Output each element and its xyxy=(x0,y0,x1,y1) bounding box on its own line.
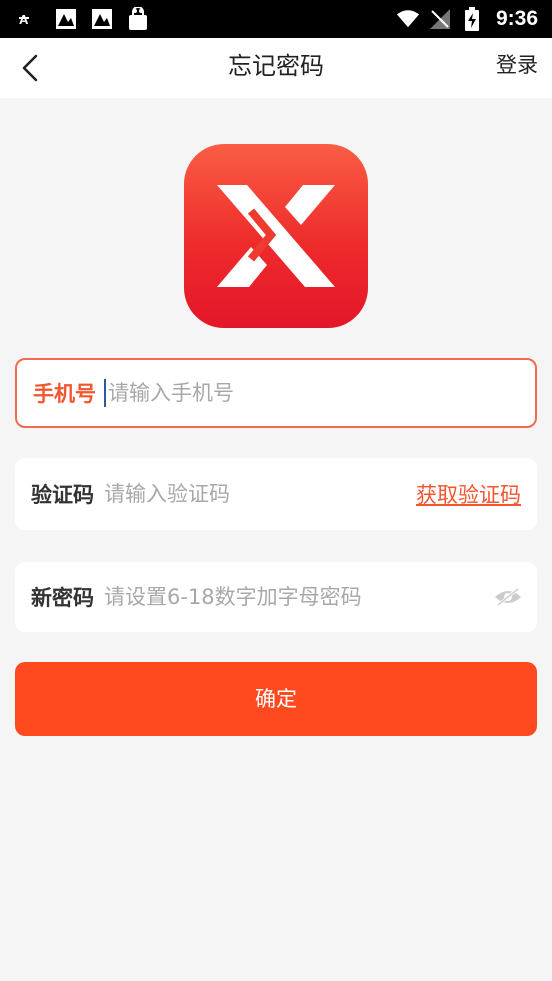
phone-label: 手机号 xyxy=(33,382,96,406)
battery-charging-icon xyxy=(460,7,484,31)
page-title: 忘记密码 xyxy=(228,52,324,80)
shopping-bag-icon xyxy=(126,7,150,30)
get-code-button[interactable]: 获取验证码 xyxy=(416,479,521,509)
login-link[interactable]: 登录 xyxy=(496,38,538,98)
svg-text:A: A xyxy=(19,12,29,27)
text-cursor xyxy=(104,379,106,407)
app-bar: 忘记密码 登录 xyxy=(0,38,552,98)
code-field[interactable]: 验证码 获取验证码 xyxy=(15,458,537,530)
status-bar: A 9:36 xyxy=(0,0,552,38)
wifi-icon xyxy=(396,8,420,30)
image-icon xyxy=(90,8,114,30)
eye-off-icon[interactable] xyxy=(493,585,523,609)
app-logo xyxy=(184,144,368,328)
phone-input[interactable] xyxy=(108,373,535,413)
status-time: 9:36 xyxy=(495,7,538,30)
x-logo-icon xyxy=(217,185,335,287)
password-field[interactable]: 新密码 xyxy=(15,562,537,632)
phone-field[interactable]: 手机号 xyxy=(15,358,537,428)
confirm-button[interactable]: 确定 xyxy=(15,662,537,736)
password-input[interactable] xyxy=(104,577,493,617)
font-icon: A xyxy=(18,8,42,30)
image-icon xyxy=(54,8,78,30)
signal-off-icon xyxy=(428,8,452,30)
password-label: 新密码 xyxy=(31,586,94,610)
code-label: 验证码 xyxy=(31,483,94,507)
code-input[interactable] xyxy=(104,474,416,514)
